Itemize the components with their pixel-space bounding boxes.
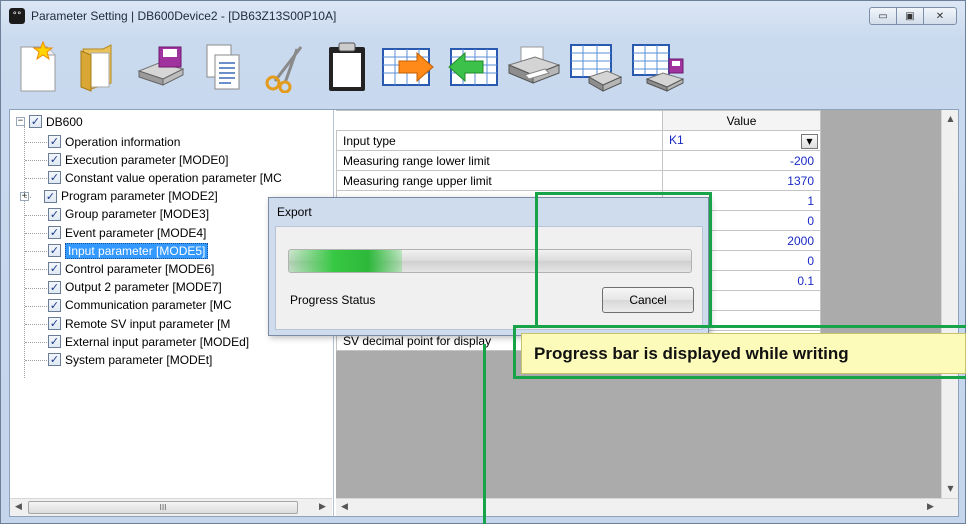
tree-item-label: System parameter [MODEt] [65,352,213,367]
maximize-button[interactable]: ▣ [896,7,924,25]
tree-item-label: Remote SV input parameter [M [65,316,231,331]
scroll-thumb[interactable]: III [28,501,298,514]
tree-horizontal-scrollbar[interactable]: ◀ III ▶ [10,498,332,516]
checkbox-icon[interactable]: ✓ [29,115,42,128]
tree-item[interactable]: ✓ Communication parameter [MC [48,297,232,314]
copy-document-icon[interactable] [195,39,251,95]
tree-item-label: Output 2 parameter [MODE7] [65,280,222,295]
checkbox-icon[interactable]: ✓ [48,207,61,221]
minimize-button[interactable]: ▭ [869,7,897,25]
scroll-left-arrow-icon[interactable]: ◀ [336,499,353,516]
parameter-value-text: K1 [669,132,684,147]
checkbox-icon[interactable]: ✓ [48,171,61,185]
checkbox-icon[interactable]: ✓ [48,280,61,294]
dropdown-arrow-icon[interactable]: ▼ [801,133,818,149]
checkbox-icon[interactable]: ✓ [48,262,61,276]
checkbox-icon[interactable]: ✓ [48,153,61,167]
window-title: Parameter Setting | DB600Device2 - [DB63… [31,9,337,23]
save-table-icon[interactable] [629,39,685,95]
tree-item[interactable]: + ✓ Program parameter [MODE2] [20,188,218,205]
grid-header-value: Value [662,110,821,131]
collapse-icon[interactable]: − [16,117,25,126]
tree-item[interactable]: ✓ Input parameter [MODE5] [48,242,209,259]
tree-root[interactable]: − ✓ DB600 [16,113,83,130]
scroll-right-arrow-icon[interactable]: ▶ [314,499,331,516]
tree-item-label: Program parameter [MODE2] [61,189,218,204]
tree-item-label: Group parameter [MODE3] [65,207,210,222]
print-icon[interactable] [505,39,561,95]
checkbox-icon[interactable]: ✓ [48,317,61,330]
parameter-name: Measuring range lower limit [336,150,663,171]
tree-item[interactable]: ✓ Execution parameter [MODE0] [48,151,228,168]
grid-header-name [336,110,663,131]
paste-clipboard-icon[interactable] [319,39,375,95]
window-controls: ▭ ▣ ✕ [869,7,957,25]
grid-vertical-scrollbar[interactable]: ▲ ▼ [941,110,958,498]
tree-item-label: Communication parameter [MC [65,298,232,313]
annotation-highlight-box [535,192,712,325]
open-folder-icon[interactable] [71,39,127,95]
tree-item-label: Control parameter [MODE6] [65,261,215,276]
scroll-left-arrow-icon[interactable]: ◀ [10,499,27,516]
export-arrow-icon[interactable] [381,39,437,95]
tree-item[interactable]: ✓ External input parameter [MODEd] [48,333,249,350]
scroll-right-arrow-icon[interactable]: ▶ [922,499,939,516]
parameter-value[interactable]: -200 [662,150,821,171]
scroll-down-arrow-icon[interactable]: ▼ [942,480,958,497]
app-icon: °° [9,8,25,24]
checkbox-icon[interactable]: ✓ [44,189,57,203]
parameter-value[interactable]: 1370 [662,170,821,191]
import-arrow-icon[interactable] [443,39,499,95]
print-preview-icon[interactable] [567,39,623,95]
save-disk-icon[interactable] [133,39,189,95]
toolbar [9,35,691,99]
tree-item[interactable]: ✓ Event parameter [MODE4] [48,224,206,241]
progress-fill [289,250,402,272]
tree-item-label: Operation information [65,134,181,149]
checkbox-icon[interactable]: ✓ [48,244,61,258]
tree-item[interactable]: ✓ Group parameter [MODE3] [48,206,209,223]
scroll-up-arrow-icon[interactable]: ▲ [942,110,958,127]
progress-status-label: Progress Status [290,293,376,307]
tree-root-label: DB600 [46,114,83,129]
checkbox-icon[interactable]: ✓ [48,335,61,349]
grid-row[interactable]: Measuring range lower limit -200 [336,150,821,171]
tree-item[interactable]: ✓ Operation information [48,133,180,150]
new-file-icon[interactable] [9,39,65,95]
grid-row[interactable]: Measuring range upper limit 1370 [336,170,821,191]
tree-item[interactable]: ✓ Constant value operation parameter [MC [48,169,282,186]
parameter-value[interactable]: ▼ K1 [662,130,821,151]
title-bar[interactable]: °° Parameter Setting | DB600Device2 - [D… [1,1,965,31]
parameter-name: Measuring range upper limit [336,170,663,191]
tree-item-label: External input parameter [MODEd] [65,334,250,349]
tree-item-label: Execution parameter [MODE0] [65,152,229,167]
checkbox-icon[interactable]: ✓ [48,135,61,148]
cut-scissors-icon[interactable] [257,39,313,95]
checkbox-icon[interactable]: ✓ [48,353,61,367]
checkbox-icon[interactable]: ✓ [48,226,61,239]
grid-horizontal-scrollbar[interactable]: ◀ ▶ [336,498,958,516]
dialog-title: Export [277,205,312,219]
annotation-callout: Progress bar is displayed while writing [521,333,966,374]
checkbox-icon[interactable]: ✓ [48,298,61,312]
grid-row[interactable]: Input type ▼ K1 [336,130,821,151]
tree-item-label: Constant value operation parameter [MC [65,170,282,185]
tree-item[interactable]: ✓ Remote SV input parameter [M [48,315,230,332]
tree-item-label: Event parameter [MODE4] [65,225,207,240]
annotation-line [483,344,486,524]
close-button[interactable]: ✕ [923,7,957,25]
tree-item[interactable]: ✓ System parameter [MODEt] [48,351,212,368]
tree-item-label: Input parameter [MODE5] [65,242,209,259]
parameter-name: Input type [336,130,663,151]
tree-item[interactable]: ✓ Control parameter [MODE6] [48,260,214,277]
tree-item[interactable]: ✓ Output 2 parameter [MODE7] [48,279,222,296]
